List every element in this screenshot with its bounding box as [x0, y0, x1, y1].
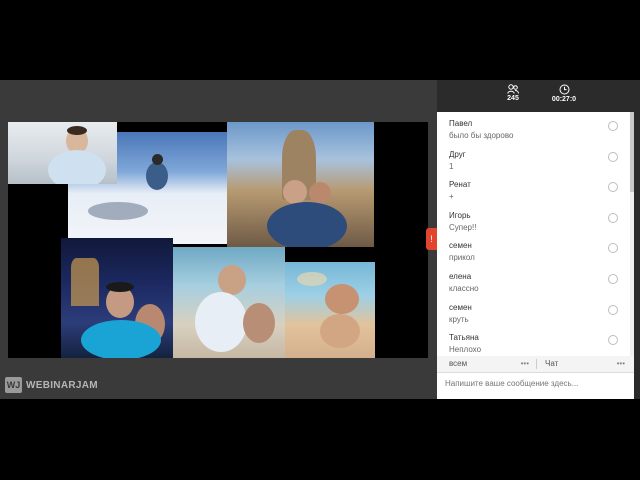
photo-seaside-couple: [173, 247, 285, 358]
recipient-value: всем: [449, 359, 468, 368]
message-text: 1: [449, 161, 454, 171]
message-select-radio[interactable]: [608, 151, 618, 162]
clock-icon: [559, 84, 569, 95]
chat-mode-value: Чат: [545, 359, 559, 368]
photo-tower-bridge-night: [61, 238, 173, 358]
more-dots-icon: •••: [616, 359, 625, 368]
chat-mode-select[interactable]: Чат •••: [545, 358, 625, 370]
message-select-radio[interactable]: [608, 243, 618, 254]
chat-message: Друг 1: [437, 143, 634, 174]
webinar-app: ! WJ WEBINARJAM 245 00:27:0 Павел было б…: [0, 80, 640, 399]
chat-message: семен круть: [437, 296, 634, 327]
options-divider: [536, 359, 537, 369]
chat-message: Игорь Супер!!: [437, 204, 634, 235]
message-author: елена: [449, 271, 472, 281]
message-select-radio[interactable]: [608, 273, 618, 284]
users-icon: [507, 84, 519, 94]
photo-beach-selfie: [285, 262, 375, 358]
message-author: семен: [449, 241, 472, 251]
chat-message-input[interactable]: [445, 376, 625, 390]
recipient-select[interactable]: всем •••: [449, 358, 529, 370]
chat-message: Ренат +: [437, 173, 634, 204]
message-text: классно: [449, 283, 479, 293]
toggle-sidebar-button[interactable]: !: [426, 228, 437, 250]
message-author: Павел: [449, 119, 473, 128]
info-icon: !: [430, 234, 433, 244]
window-edge: [634, 80, 640, 399]
message-author: Игорь: [449, 210, 471, 220]
message-author: Ренат: [449, 180, 471, 190]
chat-options-bar: всем ••• Чат •••: [437, 356, 634, 373]
attendees-count: 245: [507, 95, 519, 102]
chat-message: Павел было бы здорово: [437, 112, 634, 143]
message-select-radio[interactable]: [608, 335, 618, 346]
message-author: Татьяна: [449, 333, 479, 343]
shared-screen-collage: [8, 122, 428, 358]
message-text: прикол: [449, 253, 475, 263]
message-author: семен: [449, 302, 472, 312]
webinarjam-logo: WJ WEBINARJAM: [5, 377, 98, 393]
logo-mark: WJ: [5, 377, 22, 393]
more-dots-icon: •••: [520, 359, 529, 368]
message-select-radio[interactable]: [608, 304, 618, 315]
message-text: было бы здорово: [449, 131, 514, 140]
chat-message: Татьяна Неплохо: [437, 326, 634, 356]
chat-message: семен прикол: [437, 234, 634, 265]
message-select-radio[interactable]: [608, 182, 618, 193]
message-text: +: [449, 192, 454, 202]
attendees-stat[interactable]: 245: [503, 84, 523, 102]
chat-message-list[interactable]: Павел было бы здорово Друг 1 Ренат + Иго…: [437, 112, 634, 356]
chat-message: елена классно: [437, 265, 634, 296]
timer-stat[interactable]: 00:27:0: [544, 84, 584, 103]
logo-text: WEBINARJAM: [26, 379, 98, 391]
timer-value: 00:27:0: [551, 96, 577, 103]
chat-sidebar: 245 00:27:0 Павел было бы здорово Друг 1: [437, 80, 634, 399]
photo-cathedral-couple: [227, 122, 374, 247]
sidebar-header: 245 00:27:0: [437, 80, 634, 112]
message-text: Неплохо: [449, 345, 482, 355]
webcam-presenter: [8, 122, 117, 184]
message-text: круть: [449, 314, 469, 324]
presentation-stage: ! WJ WEBINARJAM: [0, 80, 437, 399]
message-select-radio[interactable]: [608, 121, 618, 131]
message-author: Друг: [449, 149, 466, 159]
message-select-radio[interactable]: [608, 212, 618, 223]
message-text: Супер!!: [449, 222, 477, 232]
